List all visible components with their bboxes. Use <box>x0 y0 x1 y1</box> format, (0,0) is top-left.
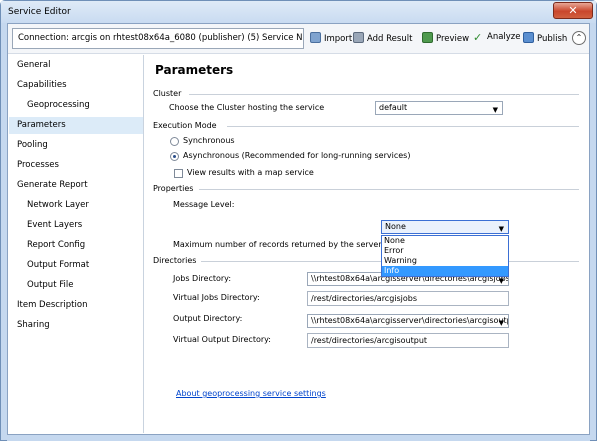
virtual-jobs-field[interactable]: /rest/directories/arcgisjobs <box>307 291 509 306</box>
output-directory-label: Output Directory: <box>173 314 243 323</box>
add-result-icon <box>353 32 364 43</box>
page-title: Parameters <box>155 63 234 77</box>
import-label: Import <box>324 34 353 44</box>
preview-label: Preview <box>436 34 470 44</box>
synchronous-radio[interactable] <box>170 137 179 146</box>
publish-button[interactable]: Publish <box>523 32 567 46</box>
virtual-jobs-label: Virtual Jobs Directory: <box>173 293 260 302</box>
close-button[interactable]: ✕ <box>553 2 593 19</box>
about-settings-link[interactable]: About geoprocessing service settings <box>176 389 326 398</box>
asynchronous-radio[interactable] <box>170 152 179 161</box>
connection-display[interactable]: Connection: arcgis on rhtest08x64a_6080 … <box>12 28 304 49</box>
cluster-divider <box>189 94 579 95</box>
cluster-select-value: default <box>379 103 408 112</box>
virtual-output-field[interactable]: /rest/directories/arcgisoutput <box>307 333 509 348</box>
analyze-label: Analyze <box>487 32 521 42</box>
title-bar: Service Editor ✕ <box>1 1 596 23</box>
sidebar-item-general[interactable]: General <box>9 57 143 74</box>
chevron-down-icon: ▼ <box>498 319 504 327</box>
sidebar-item-generate-report[interactable]: Generate Report <box>9 177 143 194</box>
view-results-label: View results with a map service <box>187 168 314 177</box>
preview-button[interactable]: Preview <box>422 32 469 46</box>
publish-label: Publish <box>537 34 568 44</box>
message-level-select[interactable]: None ▼ <box>381 220 509 234</box>
output-directory-value: \\rhtest08x64a\arcgisserver\directories\… <box>311 316 509 325</box>
sidebar-item-event-layers[interactable]: Event Layers <box>9 217 143 234</box>
analyze-button[interactable]: ✓ Analyze <box>473 32 521 46</box>
service-editor-window: Service Editor ✕ Connection: arcgis on r… <box>0 0 597 441</box>
parameters-panel: Parameters Cluster Choose the Cluster ho… <box>145 55 589 433</box>
asynchronous-label: Asynchronous (Recommended for long-runni… <box>183 151 411 160</box>
add-result-button[interactable]: Add Result <box>353 32 412 46</box>
sidebar-item-parameters[interactable]: Parameters <box>9 117 143 134</box>
window-bottom-border <box>7 435 590 441</box>
view-results-checkbox[interactable] <box>174 169 183 178</box>
sidebar-item-sharing[interactable]: Sharing <box>9 317 143 334</box>
execution-mode-divider <box>227 126 579 127</box>
sidebar-item-processes[interactable]: Processes <box>9 157 143 174</box>
sidebar-item-output-format[interactable]: Output Format <box>9 257 143 274</box>
message-level-value: None <box>385 222 406 231</box>
collapse-toolbar-button[interactable]: ⌃ <box>572 31 586 45</box>
cluster-select[interactable]: default ▼ <box>375 101 503 115</box>
cluster-label: Choose the Cluster hosting the service <box>169 103 325 112</box>
dropdown-option-none[interactable]: None <box>382 236 508 246</box>
dropdown-option-info[interactable]: Info <box>382 266 508 276</box>
preview-icon <box>422 32 433 43</box>
sidebar-item-network-layer[interactable]: Network Layer <box>9 197 143 214</box>
editor-client-area: Connection: arcgis on rhtest08x64a_6080 … <box>7 23 590 435</box>
sidebar-item-pooling[interactable]: Pooling <box>9 137 143 154</box>
import-button[interactable]: Import <box>310 32 352 46</box>
properties-heading: Properties <box>153 184 194 193</box>
sidebar-item-capabilities[interactable]: Capabilities <box>9 77 143 94</box>
chevron-down-icon: ▼ <box>492 106 498 114</box>
import-icon <box>310 32 321 43</box>
synchronous-label: Synchronous <box>183 136 235 145</box>
sidebar: General Capabilities Geoprocessing Param… <box>9 55 144 433</box>
message-level-dropdown: None Error Warning Info <box>381 235 509 277</box>
toolbar: Connection: arcgis on rhtest08x64a_6080 … <box>8 24 589 54</box>
virtual-output-label: Virtual Output Directory: <box>173 335 271 344</box>
publish-icon <box>523 32 534 43</box>
directories-heading: Directories <box>153 256 197 265</box>
max-records-label: Maximum number of records returned by th… <box>173 240 382 249</box>
cluster-heading: Cluster <box>153 89 182 98</box>
dropdown-option-error[interactable]: Error <box>382 246 508 256</box>
sidebar-item-output-file[interactable]: Output File <box>9 277 143 294</box>
sidebar-item-geoprocessing[interactable]: Geoprocessing <box>9 97 143 114</box>
analyze-icon: ✓ <box>473 31 483 44</box>
output-directory-select[interactable]: \\rhtest08x64a\arcgisserver\directories\… <box>307 314 509 328</box>
properties-divider <box>199 189 579 190</box>
sidebar-item-item-description[interactable]: Item Description <box>9 297 143 314</box>
sidebar-item-report-config[interactable]: Report Config <box>9 237 143 254</box>
dropdown-option-warning[interactable]: Warning <box>382 256 508 266</box>
jobs-directory-label: Jobs Directory: <box>173 274 232 283</box>
chevron-down-icon: ▼ <box>498 225 504 233</box>
execution-mode-heading: Execution Mode <box>153 121 217 130</box>
message-level-label: Message Level: <box>173 200 235 209</box>
window-title: Service Editor <box>8 7 71 17</box>
add-result-label: Add Result <box>367 34 413 44</box>
